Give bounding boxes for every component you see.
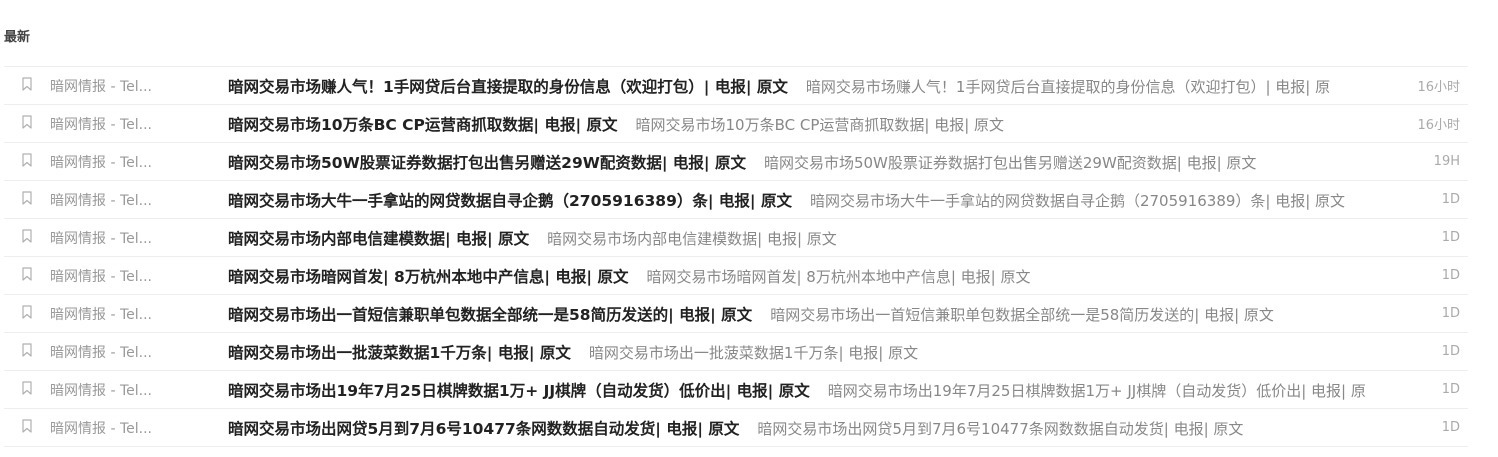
message-row[interactable]: 暗网情报 - Tel... 暗网交易市场10万条BC CP运营商抓取数据| 电报… (4, 105, 1468, 143)
bookmark-icon[interactable] (22, 115, 32, 129)
message-content: 暗网交易市场50W股票证券数据打包出售另赠送29W配资数据| 电报| 原文 暗网交… (228, 151, 1396, 173)
sender-name: 暗网情报 - Tel... (50, 192, 152, 209)
bookmark-icon[interactable] (22, 419, 32, 433)
message-row[interactable]: 暗网情报 - Tel... 暗网交易市场大牛一手拿站的网贷数据自寻企鹅（2705… (4, 181, 1468, 219)
message-subject: 暗网交易市场出一批菠菜数据1千万条| 电报| 原文 (228, 343, 571, 362)
message-subject: 暗网交易市场大牛一手拿站的网贷数据自寻企鹅（2705916389）条| 电报| … (228, 191, 792, 210)
bookmark-icon[interactable] (22, 343, 32, 357)
bookmark-icon[interactable] (22, 191, 32, 205)
message-content: 暗网交易市场出网贷5月到7月6号10477条网数数据自动发货| 电报| 原文 暗网… (228, 417, 1396, 439)
sender-name: 暗网情报 - Tel... (50, 268, 152, 285)
bookmark-icon[interactable] (22, 77, 32, 91)
message-time: 19H (1433, 154, 1460, 169)
message-content: 暗网交易市场赚人气！1手网贷后台直接提取的身份信息（欢迎打包）| 电报| 原文暗… (228, 75, 1396, 97)
message-subject: 暗网交易市场出一首短信兼职单包数据全部统一是58简历发送的| 电报| 原文 (228, 305, 753, 324)
message-row[interactable]: 暗网情报 - Tel... 暗网交易市场出一首短信兼职单包数据全部统一是58简历… (4, 295, 1468, 333)
message-snippet: 暗网交易市场大牛一手拿站的网贷数据自寻企鹅（2705916389）条| 电报| … (809, 191, 1346, 210)
message-subject: 暗网交易市场内部电信建模数据| 电报| 原文 (228, 229, 530, 248)
bookmark-icon[interactable] (22, 267, 32, 281)
sender-name: 暗网情报 - Tel... (50, 306, 152, 323)
message-snippet: 暗网交易市场出一批菠菜数据1千万条| 电报| 原文 (588, 343, 919, 362)
sender-name: 暗网情报 - Tel... (50, 420, 152, 437)
message-content: 暗网交易市场出一批菠菜数据1千万条| 电报| 原文 暗网交易市场出一批菠菜数据1千… (228, 341, 1396, 363)
sender-name: 暗网情报 - Tel... (50, 344, 152, 361)
message-row[interactable]: 暗网情报 - Tel... 暗网交易市场出一批菠菜数据1千万条| 电报| 原文暗… (4, 333, 1468, 371)
message-subject: 暗网交易市场赚人气！1手网贷后台直接提取的身份信息（欢迎打包）| 电报| 原文 (228, 77, 788, 96)
message-list: 暗网情报 - Tel... 暗网交易市场赚人气！1手网贷后台直接提取的身份信息（… (4, 66, 1468, 447)
message-snippet: 暗网交易市场出19年7月25日棋牌数据1万+ JJ棋牌（自动发货）低价出| 电报… (827, 381, 1366, 400)
message-snippet: 暗网交易市场10万条BC CP运营商抓取数据| 电报| 原文 (635, 115, 1005, 134)
message-subject: 暗网交易市场出19年7月25日棋牌数据1万+ JJ棋牌（自动发货）低价出| 电报… (228, 381, 810, 400)
message-snippet: 暗网交易市场出网贷5月到7月6号10477条网数数据自动发货| 电报| 原文 (757, 419, 1244, 438)
message-time: 1D (1441, 230, 1460, 245)
message-snippet: 暗网交易市场赚人气！1手网贷后台直接提取的身份信息（欢迎打包）| 电报| 原 (805, 77, 1331, 96)
message-snippet: 暗网交易市场50W股票证券数据打包出售另赠送29W配资数据| 电报| 原文 (763, 153, 1257, 172)
bookmark-icon[interactable] (22, 229, 32, 243)
message-subject: 暗网交易市场暗网首发| 8万杭州本地中产信息| 电报| 原文 (228, 267, 629, 286)
sender-name: 暗网情报 - Tel... (50, 382, 152, 399)
message-row[interactable]: 暗网情报 - Tel... 暗网交易市场暗网首发| 8万杭州本地中产信息| 电报… (4, 257, 1468, 295)
message-snippet: 暗网交易市场出一首短信兼职单包数据全部统一是58简历发送的| 电报| 原文 (770, 305, 1274, 324)
message-content: 暗网交易市场大牛一手拿站的网贷数据自寻企鹅（2705916389）条| 电报| … (228, 189, 1396, 211)
message-row[interactable]: 暗网情报 - Tel... 暗网交易市场50W股票证券数据打包出售另赠送29W配… (4, 143, 1468, 181)
message-row[interactable]: 暗网情报 - Tel... 暗网交易市场出19年7月25日棋牌数据1万+ JJ棋… (4, 371, 1468, 409)
message-snippet: 暗网交易市场暗网首发| 8万杭州本地中产信息| 电报| 原文 (646, 267, 1031, 286)
message-time: 1D (1441, 420, 1460, 435)
section-title: 最新 (4, 30, 31, 45)
sender-name: 暗网情报 - Tel... (50, 230, 152, 247)
message-content: 暗网交易市场出19年7月25日棋牌数据1万+ JJ棋牌（自动发货）低价出| 电报… (228, 379, 1396, 401)
sender-name: 暗网情报 - Tel... (50, 116, 152, 133)
message-row[interactable]: 暗网情报 - Tel... 暗网交易市场赚人气！1手网贷后台直接提取的身份信息（… (4, 67, 1468, 105)
message-snippet: 暗网交易市场内部电信建模数据| 电报| 原文 (547, 229, 837, 248)
message-time: 16小时 (1417, 118, 1460, 133)
message-content: 暗网交易市场出一首短信兼职单包数据全部统一是58简历发送的| 电报| 原文 暗网交… (228, 303, 1396, 325)
message-time: 16小时 (1417, 80, 1460, 95)
message-row[interactable]: 暗网情报 - Tel... 暗网交易市场内部电信建模数据| 电报| 原文 暗网交易… (4, 219, 1468, 257)
bookmark-icon[interactable] (22, 153, 32, 167)
sender-name: 暗网情报 - Tel... (50, 154, 152, 171)
message-time: 1D (1441, 268, 1460, 283)
message-content: 暗网交易市场暗网首发| 8万杭州本地中产信息| 电报| 原文 暗网交易市场暗网首发… (228, 265, 1396, 287)
message-subject: 暗网交易市场10万条BC CP运营商抓取数据| 电报| 原文 (228, 115, 618, 134)
message-content: 暗网交易市场10万条BC CP运营商抓取数据| 电报| 原文 暗网交易市场10万条… (228, 113, 1396, 135)
message-time: 1D (1441, 192, 1460, 207)
message-content: 暗网交易市场内部电信建模数据| 电报| 原文 暗网交易市场内部电信建模数据| 电报… (228, 227, 1396, 249)
message-row[interactable]: 暗网情报 - Tel... 暗网交易市场出网贷5月到7月6号10477条网数数据… (4, 409, 1468, 447)
message-subject: 暗网交易市场50W股票证券数据打包出售另赠送29W配资数据| 电报| 原文 (228, 153, 746, 172)
bookmark-icon[interactable] (22, 381, 32, 395)
message-time: 1D (1441, 306, 1460, 321)
bookmark-icon[interactable] (22, 305, 32, 319)
message-time: 1D (1441, 344, 1460, 359)
sender-name: 暗网情报 - Tel... (50, 78, 152, 95)
message-subject: 暗网交易市场出网贷5月到7月6号10477条网数数据自动发货| 电报| 原文 (228, 419, 740, 438)
message-time: 1D (1441, 382, 1460, 397)
